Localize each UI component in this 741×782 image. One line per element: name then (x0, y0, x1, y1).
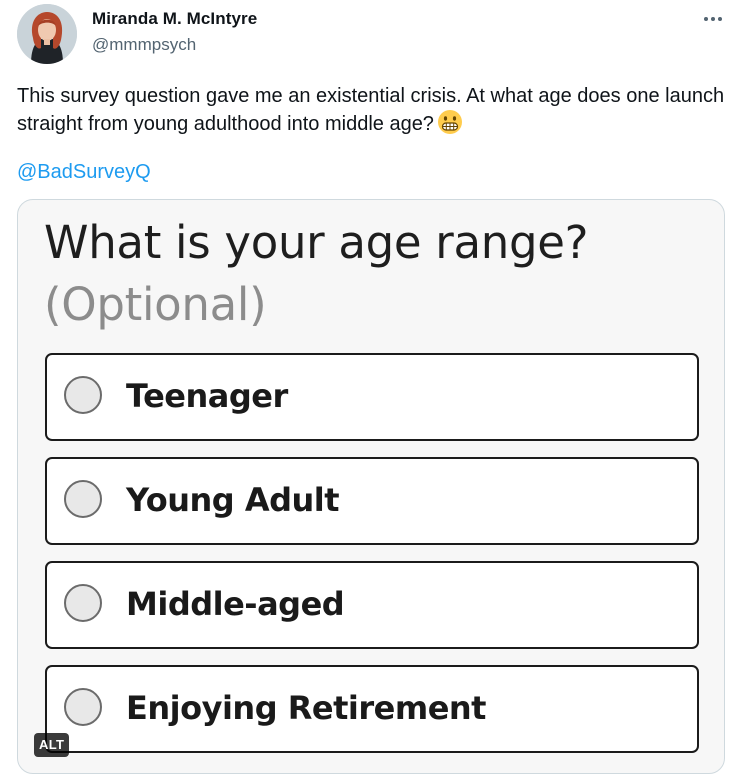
grimacing-face-icon (437, 109, 463, 142)
radio-icon (64, 584, 102, 622)
author-handle[interactable]: @mmmpsych (92, 35, 196, 55)
ellipsis-icon (704, 17, 722, 21)
radio-icon (64, 376, 102, 414)
survey-option: Teenager (45, 353, 699, 441)
survey-option-label: Young Adult (126, 481, 340, 519)
survey-question-title: What is your age range? (44, 216, 589, 269)
media-image[interactable]: What is your age range? (Optional) Teena… (17, 199, 725, 774)
radio-icon (64, 480, 102, 518)
tweet-text-content: This survey question gave me an existent… (17, 85, 725, 135)
survey-option-label: Teenager (126, 377, 288, 415)
survey-option-label: Enjoying Retirement (126, 689, 486, 727)
radio-icon (64, 688, 102, 726)
survey-option: Young Adult (45, 457, 699, 545)
survey-option: Middle-aged (45, 561, 699, 649)
more-options-button[interactable] (698, 6, 728, 32)
mention-link[interactable]: @BadSurveyQ (17, 159, 151, 185)
survey-option: Enjoying Retirement (45, 665, 699, 753)
author-name[interactable]: Miranda M. McIntyre (92, 9, 257, 29)
survey-question-subtitle: (Optional) (44, 278, 267, 331)
survey-option-label: Middle-aged (126, 585, 345, 623)
tweet-text: This survey question gave me an existent… (17, 83, 727, 142)
alt-text-badge[interactable]: ALT (34, 733, 70, 757)
tweet: Miranda M. McIntyre @mmmpsych This surve… (0, 0, 741, 782)
author-avatar[interactable] (17, 4, 77, 64)
